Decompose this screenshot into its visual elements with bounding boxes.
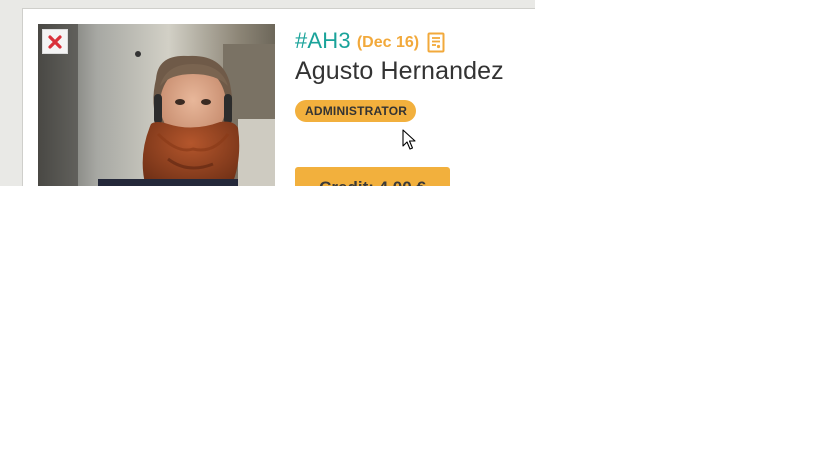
remove-member-button[interactable] (42, 29, 68, 54)
member-id-row: #AH3 (Dec 16) (295, 26, 504, 56)
member-info: #AH3 (Dec 16) Agusto Hernandez ADMINISTR… (295, 26, 504, 122)
member-id[interactable]: #AH3 (295, 28, 351, 54)
close-x-icon (48, 34, 62, 49)
role-badge: ADMINISTRATOR (295, 100, 417, 122)
member-panel: #AH3 (Dec 16) Agusto Hernandez ADMINISTR… (0, 0, 535, 186)
credit-button[interactable]: Credit: 4.00 € (295, 167, 450, 186)
document-icon[interactable] (427, 32, 445, 53)
mouse-pointer-icon (402, 129, 416, 150)
member-date: (Dec 16) (356, 33, 420, 51)
member-photo (38, 24, 275, 186)
member-name: Agusto Hernandez (295, 57, 504, 85)
